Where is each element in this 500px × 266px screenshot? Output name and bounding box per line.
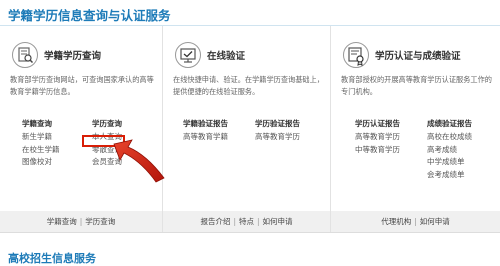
panel-title[interactable]: 在线验证 bbox=[207, 48, 245, 62]
column-xueji-report: 学籍验证报告 高等教育学籍 bbox=[183, 118, 228, 144]
link-higher-edu-xueli[interactable]: 高等教育学历 bbox=[255, 131, 300, 144]
panel-description: 在线快捷申请、验证。在学籍学历查询基础上，提供便捷的在线验证服务。 bbox=[173, 75, 324, 96]
panel-title[interactable]: 学籍学历查询 bbox=[44, 48, 101, 62]
panel-footer: 学籍查询 | 学历查询 bbox=[0, 211, 162, 232]
panel-footer: 代理机构 | 如何申请 bbox=[331, 211, 500, 232]
section-header: 学籍学历信息查询与认证服务 bbox=[0, 0, 500, 26]
panel-xueli-query: 学籍学历查询 教育部学历查询网站，可查询国家承认的高等教育学籍学历信息。 学籍查… bbox=[0, 26, 163, 232]
link-new-student[interactable]: 新生学籍 bbox=[22, 131, 60, 144]
panel-description: 教育部学历查询网站，可查询国家承认的高等教育学籍学历信息。 bbox=[10, 75, 154, 96]
link-gaokao-scores[interactable]: 高考成绩 bbox=[427, 144, 472, 157]
separator: | bbox=[257, 217, 260, 226]
separator: | bbox=[79, 217, 83, 226]
link-secondary-edu-cert[interactable]: 中等教育学历 bbox=[355, 144, 400, 157]
footer-link-agency[interactable]: 代理机构 bbox=[381, 217, 411, 226]
footer-link-xueli[interactable]: 学历查询 bbox=[85, 217, 115, 226]
column-score-report: 成绩验证报告 高校在校成绩 高考成绩 中学成绩单 会考成绩单 bbox=[427, 118, 472, 181]
link-huikao-transcript[interactable]: 会考成绩单 bbox=[427, 169, 472, 182]
panel-description: 教育部授权的开展高等教育学历认证服务工作的专门机构。 bbox=[341, 75, 492, 96]
column-heading[interactable]: 学籍查询 bbox=[22, 118, 60, 129]
panel-online-verify: 在线验证 在线快捷申请、验证。在学籍学历查询基础上，提供便捷的在线验证服务。 学… bbox=[163, 26, 331, 232]
next-section-title: 高校招生信息服务 bbox=[8, 252, 96, 265]
link-photo-check[interactable]: 图像校对 bbox=[22, 156, 60, 169]
red-arrow-icon bbox=[113, 139, 165, 183]
link-higher-edu-cert[interactable]: 高等教育学历 bbox=[355, 131, 400, 144]
footer-link-intro[interactable]: 报告介绍 bbox=[200, 217, 230, 226]
next-section-header: 高校招生信息服务 bbox=[0, 241, 500, 265]
section-title: 学籍学历信息查询与认证服务 bbox=[8, 8, 171, 23]
column-heading[interactable]: 学历查询 bbox=[92, 118, 122, 129]
separator: | bbox=[414, 217, 417, 226]
panel-certification: 学历认证与成绩验证 教育部授权的开展高等教育学历认证服务工作的专门机构。 学历认… bbox=[331, 26, 500, 232]
footer-link-xueji[interactable]: 学籍查询 bbox=[47, 217, 77, 226]
column-heading[interactable]: 学历验证报告 bbox=[255, 118, 300, 129]
column-cert-report: 学历认证报告 高等教育学历 中等教育学历 bbox=[355, 118, 400, 156]
footer-link-features[interactable]: 特点 bbox=[239, 217, 254, 226]
service-panels: 学籍学历查询 教育部学历查询网站，可查询国家承认的高等教育学籍学历信息。 学籍查… bbox=[0, 26, 500, 233]
monitor-check-icon bbox=[175, 42, 201, 68]
link-college-scores[interactable]: 高校在校成绩 bbox=[427, 131, 472, 144]
column-xueji-query: 学籍查询 新生学籍 在校生学籍 图像校对 bbox=[22, 118, 60, 169]
link-current-student[interactable]: 在校生学籍 bbox=[22, 144, 60, 157]
certificate-icon bbox=[343, 42, 369, 68]
footer-link-apply[interactable]: 如何申请 bbox=[263, 217, 293, 226]
link-higher-edu-xueji[interactable]: 高等教育学籍 bbox=[183, 131, 228, 144]
column-heading[interactable]: 学籍验证报告 bbox=[183, 118, 228, 129]
footer-link-apply[interactable]: 如何申请 bbox=[420, 217, 450, 226]
document-search-icon bbox=[12, 42, 38, 68]
panel-footer: 报告介绍 | 特点 | 如何申请 bbox=[163, 211, 330, 232]
panel-title[interactable]: 学历认证与成绩验证 bbox=[375, 48, 461, 62]
column-heading[interactable]: 学历认证报告 bbox=[355, 118, 400, 129]
column-xueli-report: 学历验证报告 高等教育学历 bbox=[255, 118, 300, 144]
link-highschool-transcript[interactable]: 中学成绩单 bbox=[427, 156, 472, 169]
column-heading[interactable]: 成绩验证报告 bbox=[427, 118, 472, 129]
separator: | bbox=[233, 217, 236, 226]
